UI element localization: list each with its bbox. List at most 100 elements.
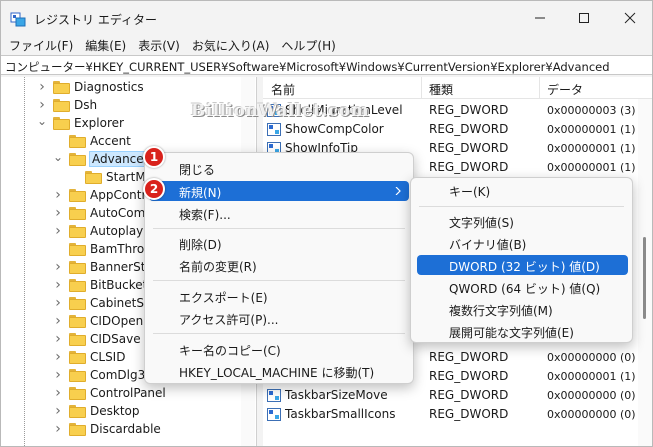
column-data-header[interactable]: データ <box>547 81 583 98</box>
tree-item-label: CLSID <box>90 350 126 364</box>
menu-item-collapse[interactable]: 閉じる <box>149 158 409 178</box>
submenu-item-multi-string-value[interactable]: 複数行文字列値(M) <box>417 299 628 319</box>
column-divider[interactable] <box>539 77 540 99</box>
chevron-right-icon[interactable]: › <box>37 79 47 95</box>
submenu-item-binary-value[interactable]: バイナリ値(B) <box>417 233 628 253</box>
value-row[interactable]: ShowCompColor REG_DWORD 0x00000001 (1) <box>263 120 652 139</box>
value-row[interactable] <box>263 424 652 443</box>
menu-separator <box>419 206 624 207</box>
menu-help[interactable]: ヘルプ(H) <box>275 35 341 55</box>
value-data: 0x00000000 (0) <box>547 389 636 402</box>
tree-item-label: Desktop <box>90 404 140 418</box>
tree-item[interactable]: › AutoComp <box>53 204 153 222</box>
tree-item[interactable]: › CIDOpen <box>53 312 143 330</box>
menu-item-new-label: 新規(N) <box>179 186 222 200</box>
folder-icon <box>69 296 86 310</box>
address-bar[interactable]: コンピューター¥HKEY_CURRENT_USER¥Software¥Micro… <box>1 55 652 75</box>
folder-icon <box>69 386 86 400</box>
tree-item[interactable]: › ComDlg32 <box>53 366 153 384</box>
chevron-right-icon[interactable]: › <box>53 367 63 383</box>
regedit-app-icon <box>10 12 26 27</box>
chevron-right-icon[interactable]: › <box>37 97 47 113</box>
value-row[interactable]: TaskbarSmallIcons REG_DWORD 0x00000000 (0) <box>263 405 652 424</box>
tree-item[interactable]: › CabinetSta <box>53 294 156 312</box>
folder-icon <box>69 332 86 346</box>
chevron-right-icon[interactable]: › <box>53 223 63 239</box>
tree-item[interactable]: › BannerSto <box>53 258 153 276</box>
maximize-button[interactable] <box>561 1 607 35</box>
step-badge-2: 2 <box>143 178 165 200</box>
menu-item-permissions[interactable]: アクセス許可(P)... <box>149 308 409 328</box>
column-name-header[interactable]: 名前 <box>271 81 295 98</box>
tree-item[interactable]: › BitBucket <box>53 276 147 294</box>
chevron-right-icon[interactable]: › <box>53 349 63 365</box>
tree-item[interactable]: StartMo <box>69 168 153 186</box>
menu-view[interactable]: 表示(V) <box>132 35 186 55</box>
chevron-right-icon[interactable]: › <box>53 421 63 437</box>
chevron-right-icon[interactable]: › <box>53 205 63 221</box>
chevron-right-icon[interactable]: › <box>53 187 63 203</box>
menu-favorites[interactable]: お気に入り(A) <box>186 35 276 55</box>
dword-value-icon <box>267 389 281 402</box>
tree-item[interactable]: › AppContra <box>53 186 154 204</box>
tree-item-label: Dsh <box>74 98 98 112</box>
menu-item-delete[interactable]: 削除(D) <box>149 233 409 253</box>
tree-item[interactable]: ⌄ Advanced <box>53 150 155 168</box>
tree-item[interactable]: › Dsh <box>37 96 97 114</box>
folder-icon <box>85 170 102 184</box>
chevron-down-icon[interactable]: ⌄ <box>37 114 47 128</box>
tree-item[interactable]: Accent <box>53 132 131 150</box>
minimize-button[interactable] <box>517 1 563 35</box>
menu-item-find[interactable]: 検索(F)... <box>149 203 409 223</box>
submenu-item-expandable-string-value[interactable]: 展開可能な文字列値(E) <box>417 321 628 341</box>
tree-item[interactable]: › AutoplayH <box>53 222 152 240</box>
menu-item-rename[interactable]: 名前の変更(R) <box>149 255 409 275</box>
menu-item-copy-key-name[interactable]: キー名のコピー(C) <box>149 339 409 359</box>
submenu-item-dword-value[interactable]: DWORD (32 ビット) 値(D) <box>417 255 628 275</box>
menu-item-goto-hklm[interactable]: HKEY_LOCAL_MACHINE に移動(T) <box>149 361 409 381</box>
title-bar: レジストリ エディター <box>1 1 652 35</box>
menu-separator <box>153 228 405 229</box>
value-row[interactable]: TaskbarSizeMove REG_DWORD 0x00000000 (0) <box>263 386 652 405</box>
value-data: 0x00000001 (1) <box>547 370 636 383</box>
tree-item[interactable]: BamThrott <box>53 240 154 258</box>
chevron-right-icon[interactable]: › <box>53 277 63 293</box>
value-type: REG_DWORD <box>429 350 509 364</box>
chevron-right-icon[interactable]: › <box>53 385 63 401</box>
tree-item[interactable]: › Diagnostics <box>37 78 144 96</box>
folder-icon <box>69 224 86 238</box>
tree-item[interactable]: › Desktop <box>53 402 140 420</box>
tree-item[interactable]: › CIDSave <box>53 330 140 348</box>
menu-edit[interactable]: 編集(E) <box>79 35 132 55</box>
chevron-right-icon[interactable]: › <box>53 331 63 347</box>
menu-item-export[interactable]: エクスポート(E) <box>149 286 409 306</box>
close-button[interactable] <box>607 1 652 35</box>
list-scroll-thumb[interactable] <box>643 237 646 319</box>
chevron-right-icon[interactable]: › <box>53 313 63 329</box>
tree-item-label: Diagnostics <box>74 80 144 94</box>
chevron-right-icon[interactable]: › <box>53 403 63 419</box>
value-type: REG_DWORD <box>429 369 509 383</box>
chevron-right-icon[interactable]: › <box>53 259 63 275</box>
submenu-item-string-value[interactable]: 文字列値(S) <box>417 211 628 231</box>
chevron-right-icon[interactable]: › <box>53 295 63 311</box>
tree-item-label: AutoplayH <box>90 224 153 238</box>
tree-item[interactable]: ⌄ Explorer <box>37 114 124 132</box>
tree-item[interactable]: › ControlPanel <box>53 384 166 402</box>
submenu-item-key[interactable]: キー(K) <box>417 180 628 200</box>
value-data: 0x00000001 (1) <box>547 142 636 155</box>
tree-item[interactable]: › CLSID <box>53 348 125 366</box>
menu-item-new[interactable]: 新規(N) <box>149 181 409 201</box>
menu-separator <box>153 333 405 334</box>
column-divider[interactable] <box>421 77 422 99</box>
column-type-header[interactable]: 種類 <box>429 81 453 98</box>
tree-item[interactable]: › Discardable <box>53 420 161 438</box>
submenu-item-qword-value[interactable]: QWORD (64 ビット) 値(Q) <box>417 277 628 297</box>
folder-icon <box>69 242 86 256</box>
chevron-down-icon[interactable]: ⌄ <box>53 150 63 164</box>
folder-icon <box>69 404 86 418</box>
tree-item-label: Accent <box>90 134 131 148</box>
menu-file[interactable]: ファイル(F) <box>3 35 79 55</box>
value-type: REG_DWORD <box>429 407 509 421</box>
